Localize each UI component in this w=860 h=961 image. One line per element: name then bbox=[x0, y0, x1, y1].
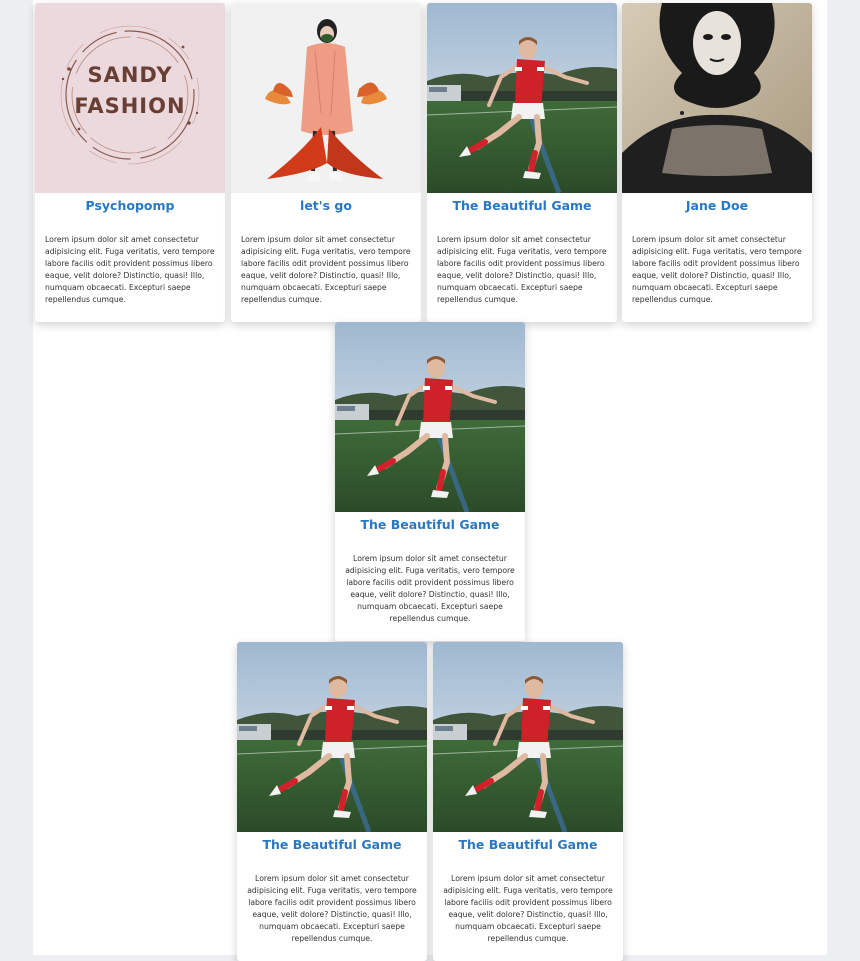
card-beautiful-game[interactable]: The Beautiful Game Lorem ipsum dolor sit… bbox=[237, 642, 427, 961]
card-text: Lorem ipsum dolor sit amet consectetur a… bbox=[437, 235, 607, 305]
logo-line1: SANDY bbox=[87, 63, 172, 87]
portrait-artwork-image bbox=[622, 3, 812, 193]
card-title[interactable]: The Beautiful Game bbox=[237, 832, 427, 858]
card-title[interactable]: The Beautiful Game bbox=[427, 193, 617, 219]
card-title[interactable]: The Beautiful Game bbox=[433, 832, 623, 858]
logo-line2: FASHION bbox=[74, 94, 185, 118]
card-lets-go[interactable]: let's go Lorem ipsum dolor sit amet cons… bbox=[231, 3, 421, 322]
card-beautiful-game[interactable]: The Beautiful Game Lorem ipsum dolor sit… bbox=[335, 322, 525, 641]
card-text: Lorem ipsum dolor sit amet consectetur a… bbox=[632, 235, 802, 305]
card-jane-doe[interactable]: Jane Doe Lorem ipsum dolor sit amet cons… bbox=[622, 3, 812, 322]
card-text: Lorem ipsum dolor sit amet consectetur a… bbox=[241, 235, 411, 305]
card-title[interactable]: The Beautiful Game bbox=[335, 512, 525, 538]
card-text: Lorem ipsum dolor sit amet consectetur a… bbox=[247, 874, 417, 944]
fashion-illustration-image bbox=[231, 3, 421, 193]
card-text: Lorem ipsum dolor sit amet consectetur a… bbox=[45, 235, 215, 305]
card-beautiful-game[interactable]: The Beautiful Game Lorem ipsum dolor sit… bbox=[433, 642, 623, 961]
card-beautiful-game[interactable]: The Beautiful Game Lorem ipsum dolor sit… bbox=[427, 3, 617, 322]
card-psychopomp[interactable]: SANDY FASHION Psychopomp Lorem ipsum dol… bbox=[35, 3, 225, 322]
card-text: Lorem ipsum dolor sit amet consectetur a… bbox=[443, 874, 613, 944]
sandy-fashion-logo-image: SANDY FASHION bbox=[35, 3, 225, 193]
soccer-player-photo bbox=[335, 322, 525, 512]
page-container: SANDY FASHION Psychopomp Lorem ipsum dol… bbox=[33, 0, 827, 961]
card-title[interactable]: Psychopomp bbox=[35, 193, 225, 219]
card-title[interactable]: let's go bbox=[231, 193, 421, 219]
soccer-player-photo bbox=[433, 642, 623, 832]
card-title[interactable]: Jane Doe bbox=[622, 193, 812, 219]
soccer-player-photo bbox=[427, 3, 617, 193]
soccer-player-photo bbox=[237, 642, 427, 832]
card-text: Lorem ipsum dolor sit amet consectetur a… bbox=[345, 554, 515, 624]
